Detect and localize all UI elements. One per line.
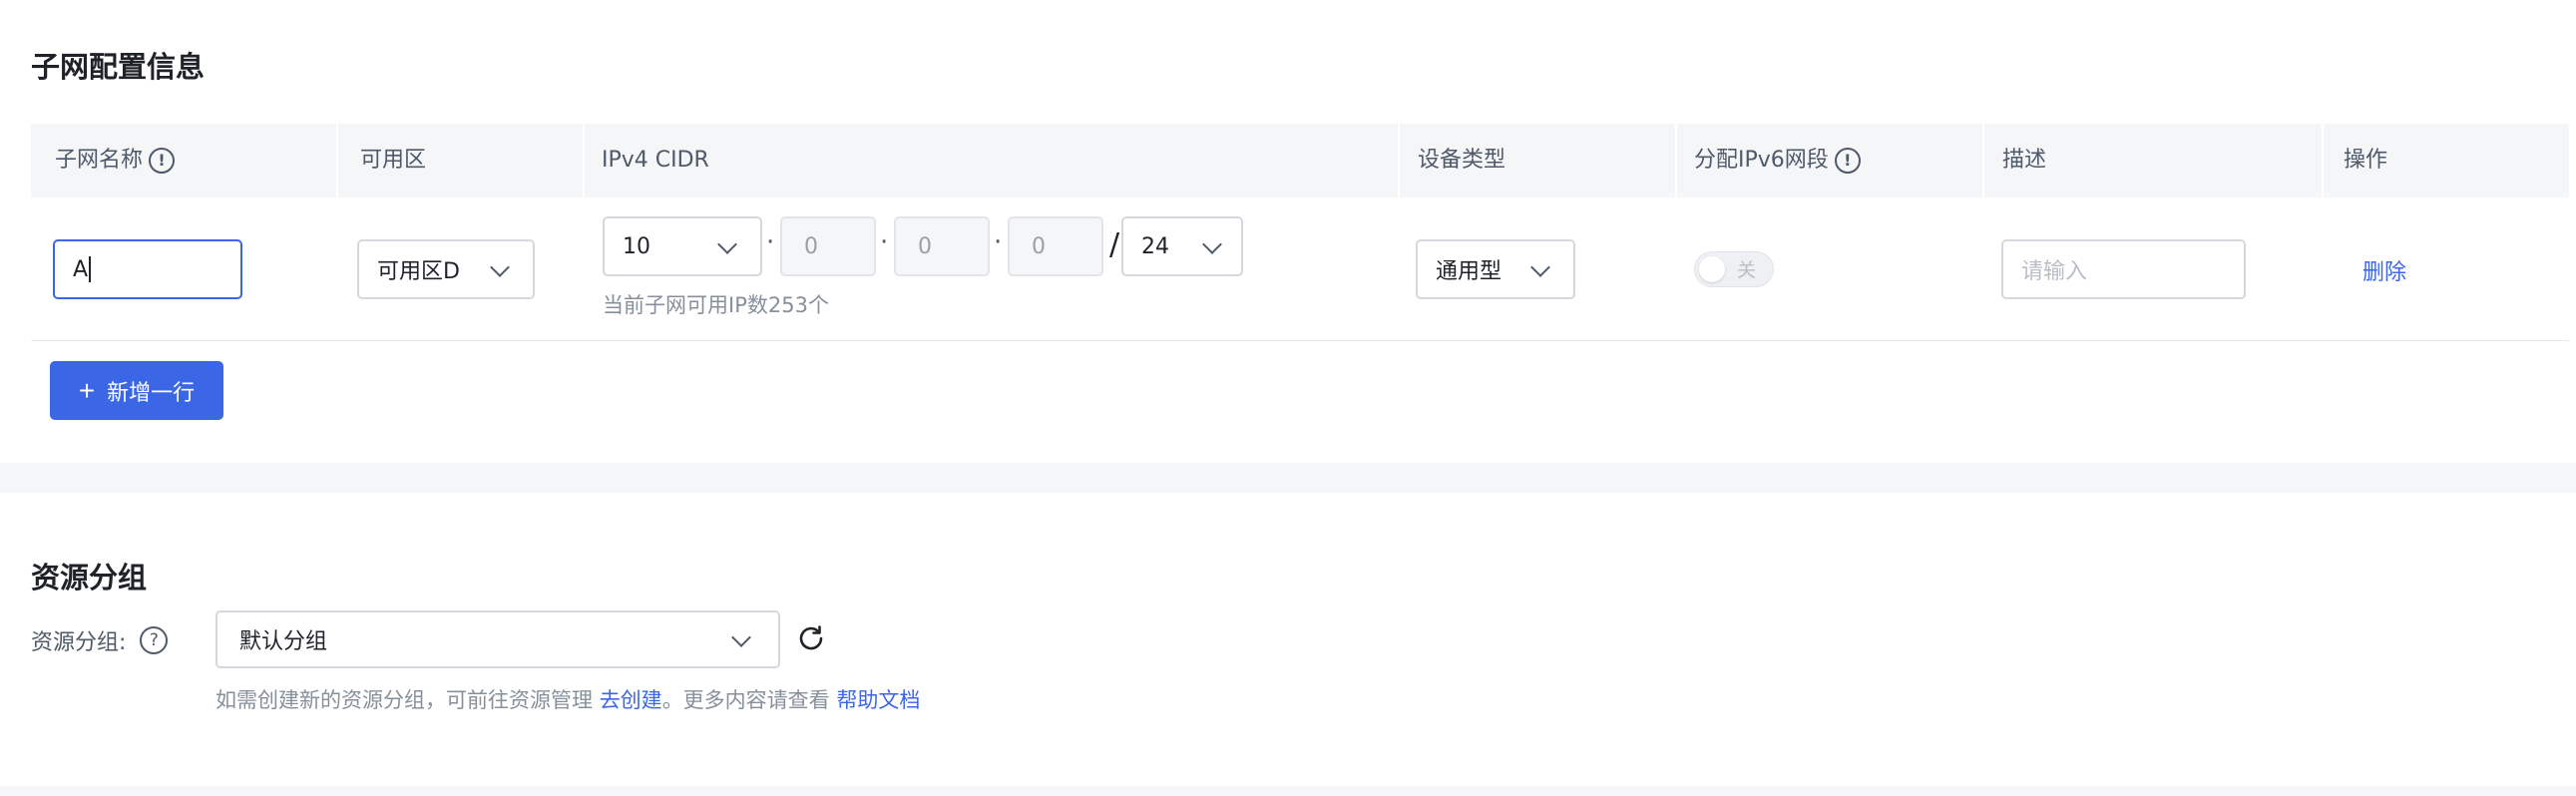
chevron-down-icon	[1530, 257, 1550, 277]
resource-group-select[interactable]: 默认分组	[215, 610, 780, 668]
column-header-device-type: 设备类型	[1418, 148, 1506, 173]
cidr-mask-select[interactable]: 24	[1121, 216, 1243, 276]
cidr-octet4-input[interactable]: 0	[1008, 216, 1103, 276]
row-divider	[31, 340, 2569, 341]
toggle-knob	[1699, 256, 1725, 282]
device-type-select[interactable]: 通用型	[1416, 239, 1575, 299]
text-cursor	[89, 256, 92, 282]
chevron-down-icon	[490, 257, 510, 277]
column-header-ipv6: 分配IPv6网段 !	[1694, 124, 1861, 198]
chevron-down-icon	[717, 234, 737, 254]
available-ip-hint: 当前子网可用IP数253个	[603, 293, 829, 317]
cidr-octet1-select[interactable]: 10	[603, 216, 762, 276]
cidr-octet3-input[interactable]: 0	[894, 216, 990, 276]
zone-select[interactable]: 可用区D	[357, 239, 535, 299]
ipv6-toggle[interactable]: 关	[1694, 251, 1774, 287]
plus-icon: +	[78, 374, 96, 406]
column-header-name: 子网名称 !	[55, 124, 176, 198]
resource-group-help: 如需创建新的资源分组，可前往资源管理 去创建。更多内容请查看 帮助文档	[215, 688, 921, 712]
chevron-down-icon	[731, 627, 751, 647]
subnet-section-title: 子网配置信息	[31, 50, 206, 84]
info-icon[interactable]: !	[149, 148, 176, 174]
cidr-octet2-input[interactable]: 0	[780, 216, 876, 276]
subnet-name-input[interactable]: A	[53, 239, 242, 299]
refresh-icon[interactable]	[796, 623, 826, 653]
column-header-action: 操作	[2344, 148, 2388, 173]
help-docs-link[interactable]: 帮助文档	[836, 688, 920, 712]
subnet-config-card: 子网配置信息 子网名称 ! 可用区 IPv4 CIDR 设备类型 分配IPv6网…	[0, 0, 2576, 463]
column-header-cidr: IPv4 CIDR	[602, 148, 709, 173]
delete-row-link[interactable]: 删除	[2362, 254, 2406, 286]
info-icon[interactable]: !	[1834, 148, 1861, 174]
add-row-button[interactable]: + 新增一行	[50, 361, 223, 420]
cidr-dot: ·	[994, 227, 1003, 257]
column-header-description: 描述	[2002, 148, 2047, 173]
cidr-slash: /	[1109, 227, 1120, 262]
cidr-dot: ·	[880, 227, 889, 257]
resource-group-label: 资源分组: ?	[31, 624, 169, 656]
question-icon[interactable]: ?	[140, 626, 169, 654]
chevron-down-icon	[1202, 234, 1222, 254]
create-resource-group-link[interactable]: 去创建	[600, 688, 662, 712]
cidr-dot: ·	[766, 227, 775, 257]
resource-section-title: 资源分组	[31, 561, 148, 595]
subnet-table-header: 子网名称 ! 可用区 IPv4 CIDR 设备类型 分配IPv6网段 ! 描述 …	[31, 124, 2569, 198]
column-header-zone: 可用区	[360, 148, 427, 173]
description-input[interactable]: 请输入	[2001, 239, 2246, 299]
